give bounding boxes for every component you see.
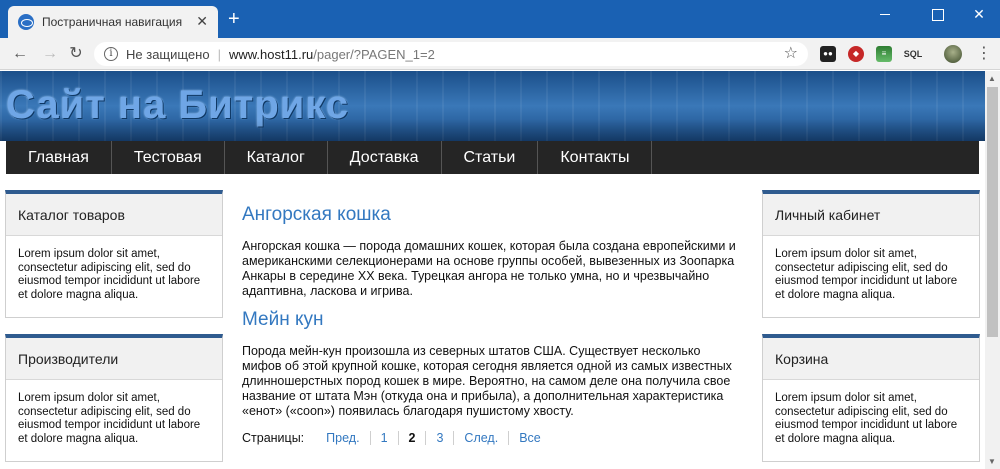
sidebar-box-account: Личный кабинет Lorem ipsum dolor sit ame… bbox=[762, 190, 980, 318]
pagination: Страницы: Пред. 1 2 3 След. Все bbox=[242, 431, 742, 445]
menu-item-articles[interactable]: Статьи bbox=[442, 141, 539, 174]
profile-avatar[interactable] bbox=[944, 45, 962, 63]
page-scrollbar[interactable]: ▲ ▼ bbox=[985, 71, 1000, 469]
sidebar-box-text: Lorem ipsum dolor sit amet, consectetur … bbox=[18, 392, 201, 445]
scroll-up-arrow-icon[interactable]: ▲ bbox=[988, 74, 996, 83]
browser-toolbar: ← → ↻ i Не защищено | www.host11.ru/page… bbox=[0, 38, 1000, 70]
main-menu: Главная Тестовая Каталог Доставка Статьи… bbox=[6, 141, 979, 174]
sidebar-box-manufacturers: Производители Lorem ipsum dolor sit amet… bbox=[5, 334, 223, 462]
sidebar-box-title: Личный кабинет bbox=[763, 194, 979, 236]
url-path: /pager/?PAGEN_1=2 bbox=[313, 46, 435, 62]
page-viewport: Сайт на Битрикс Главная Тестовая Каталог… bbox=[0, 71, 985, 469]
mask-extension-icon[interactable]: ●● bbox=[820, 46, 836, 62]
sidebar-box-title: Каталог товаров bbox=[6, 194, 222, 236]
article-title[interactable]: Мейн кун bbox=[242, 309, 742, 331]
article-text: Ангорская кошка — порода домашних кошек,… bbox=[242, 239, 736, 298]
pagination-prev-link[interactable]: Пред. bbox=[316, 431, 371, 445]
pagination-label: Страницы: bbox=[242, 431, 305, 445]
browser-menu-icon[interactable]: ⋮ bbox=[976, 44, 992, 64]
browser-tab[interactable]: Постраничная навигация ✕ bbox=[8, 6, 218, 38]
pagination-page-1[interactable]: 1 bbox=[371, 431, 399, 445]
window-minimize-button[interactable] bbox=[862, 0, 908, 30]
address-divider: | bbox=[217, 46, 221, 62]
sidebar-box-title: Производители bbox=[6, 338, 222, 380]
forward-arrow-icon[interactable]: → bbox=[40, 44, 60, 64]
tab-close-icon[interactable]: ✕ bbox=[196, 14, 208, 28]
main-content: Ангорская кошка Ангорская кошка — порода… bbox=[242, 204, 742, 445]
tab-title: Постраничная навигация bbox=[42, 15, 183, 29]
pagination-page-3[interactable]: 3 bbox=[426, 431, 455, 445]
sidebar-box-catalog: Каталог товаров Lorem ipsum dolor sit am… bbox=[5, 190, 223, 318]
site-favicon-icon bbox=[18, 14, 34, 30]
security-status: Не защищено bbox=[126, 46, 210, 62]
menu-item-test[interactable]: Тестовая bbox=[112, 141, 225, 174]
new-tab-icon[interactable]: + bbox=[228, 9, 240, 29]
window-maximize-button[interactable] bbox=[914, 0, 960, 30]
url-host: www.host11.ru bbox=[228, 46, 314, 62]
sidebar-box-text: Lorem ipsum dolor sit amet, consectetur … bbox=[775, 248, 958, 301]
reload-icon[interactable]: ↻ bbox=[66, 44, 86, 64]
sidebar-box-text: Lorem ipsum dolor sit amet, consectetur … bbox=[18, 248, 201, 301]
pagination-current-page: 2 bbox=[399, 431, 427, 445]
info-icon[interactable]: i bbox=[104, 47, 118, 61]
pagination-all-link[interactable]: Все bbox=[509, 431, 551, 445]
window-close-button[interactable]: ✕ bbox=[956, 0, 1000, 30]
browser-tab-bar: Постраничная навигация ✕ + ✕ bbox=[0, 0, 1000, 38]
scroll-down-arrow-icon[interactable]: ▼ bbox=[988, 457, 996, 466]
back-arrow-icon[interactable]: ← bbox=[10, 44, 30, 64]
bookmark-star-icon[interactable]: ☆ bbox=[784, 43, 798, 63]
site-header-banner: Сайт на Битрикс bbox=[0, 71, 985, 141]
menu-item-delivery[interactable]: Доставка bbox=[328, 141, 442, 174]
pagination-next-link[interactable]: След. bbox=[454, 431, 510, 445]
article-title[interactable]: Ангорская кошка bbox=[242, 204, 742, 226]
red-extension-icon[interactable]: ◆ bbox=[848, 46, 864, 62]
sidebar-box-cart: Корзина Lorem ipsum dolor sit amet, cons… bbox=[762, 334, 980, 462]
sidebar-box-text: Lorem ipsum dolor sit amet, consectetur … bbox=[775, 392, 958, 445]
menu-item-catalog[interactable]: Каталог bbox=[225, 141, 328, 174]
site-title[interactable]: Сайт на Битрикс bbox=[6, 83, 349, 128]
article-text: Порода мейн-кун произошла из северных шт… bbox=[242, 344, 732, 418]
sidebar-box-title: Корзина bbox=[763, 338, 979, 380]
address-bar[interactable]: i Не защищено | www.host11.ru/pager/?PAG… bbox=[94, 42, 808, 66]
menu-item-contacts[interactable]: Контакты bbox=[538, 141, 653, 174]
menu-item-home[interactable]: Главная bbox=[6, 141, 112, 174]
layers-extension-icon[interactable]: ≡ bbox=[876, 46, 892, 62]
scrollbar-thumb[interactable] bbox=[987, 87, 998, 337]
sql-extension-icon[interactable]: SQL bbox=[902, 46, 924, 62]
